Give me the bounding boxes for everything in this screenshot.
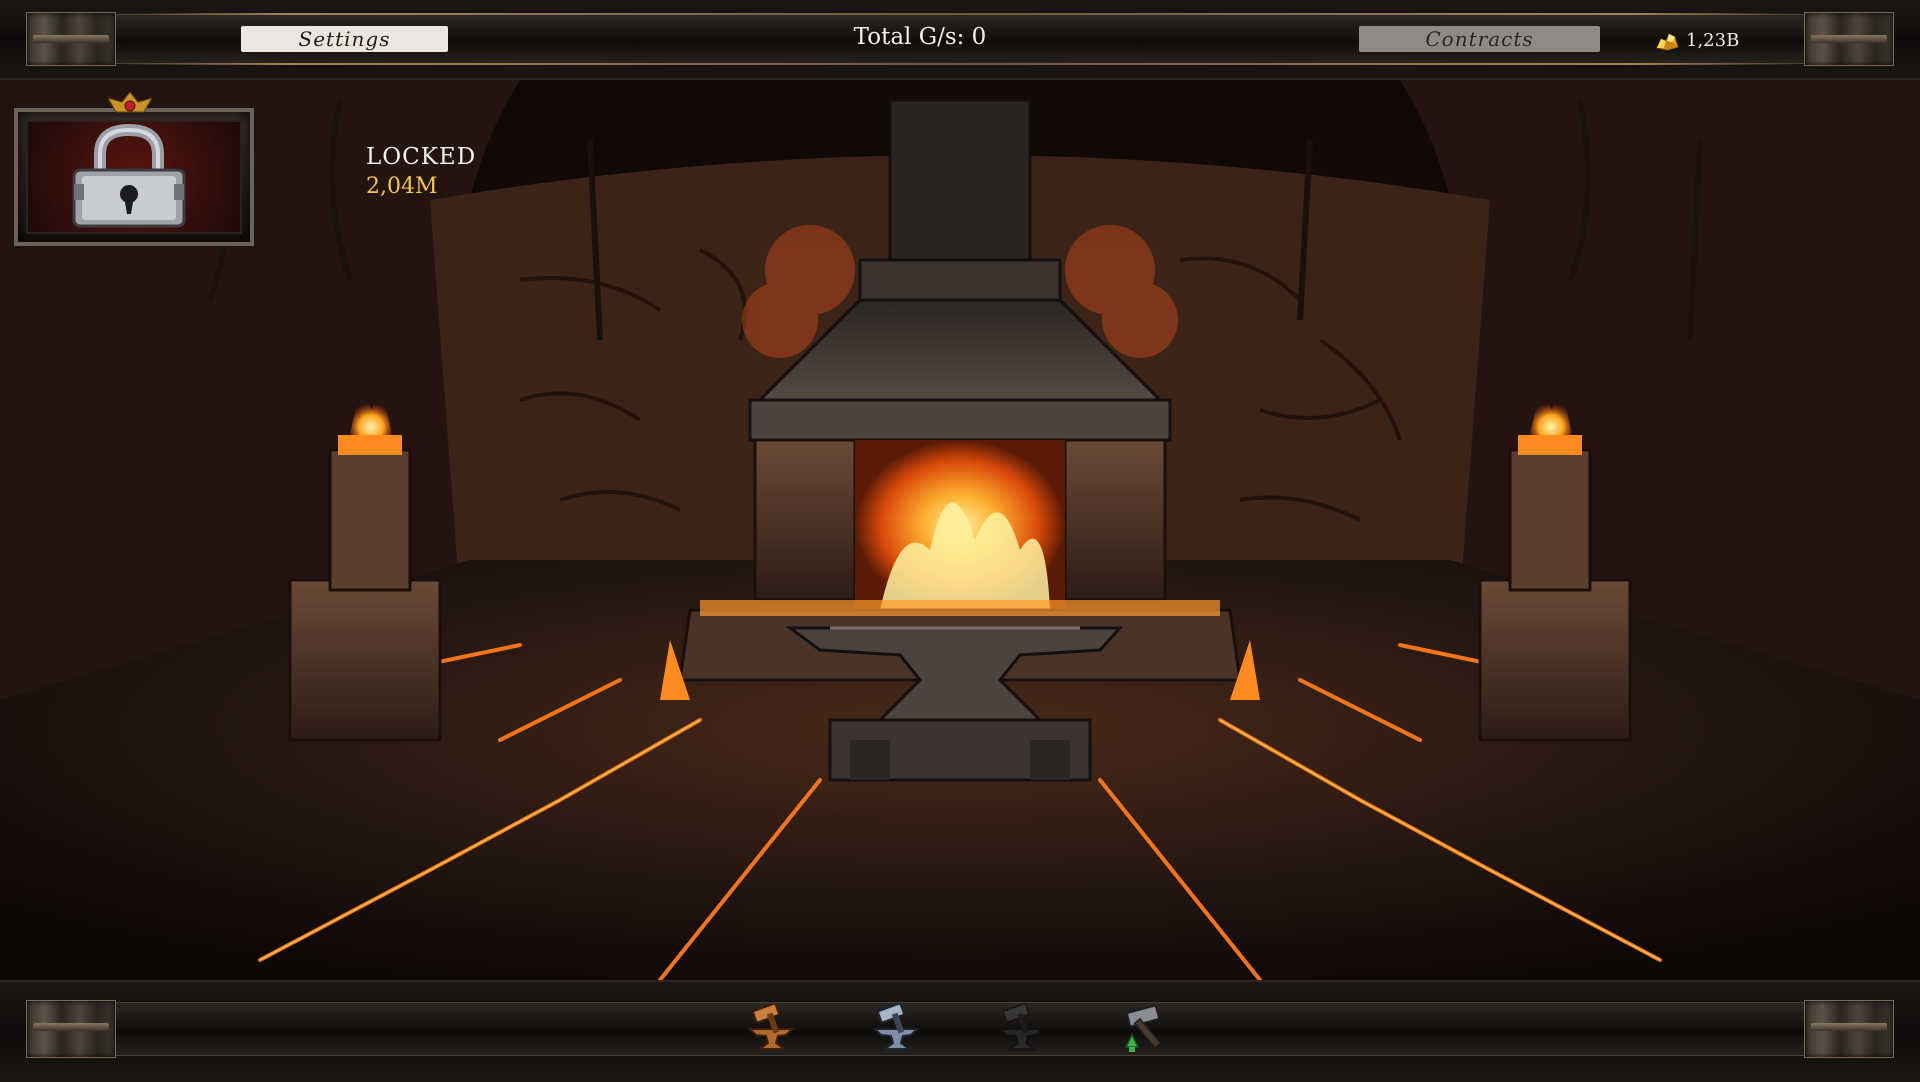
padlock-icon [72,124,186,228]
bottom-toolbar [0,980,1920,1082]
unlock-cost: 2,04M [366,174,438,199]
locked-status-label: LOCKED [366,144,477,170]
bottom-rail [28,1002,1892,1056]
top-left-endcap [26,12,116,66]
top-trim [120,13,1800,15]
bottom-right-endcap [1804,1000,1894,1058]
gold-nugget-icon [1654,28,1680,52]
forge-cave-scene [0,80,1920,980]
forge-illustration [0,80,1920,980]
gold-amount: 1,23B [1686,29,1740,51]
crest-ornament-icon [108,92,152,113]
settings-button[interactable]: Settings [241,26,448,52]
bronze-anvil-icon[interactable] [740,1003,804,1053]
top-bar: Settings Total G/s: 0 Contracts 1,23B [0,0,1920,80]
top-right-endcap [1804,12,1894,66]
bottom-left-endcap [26,1000,116,1058]
dark-anvil-icon[interactable] [990,1003,1054,1053]
hammer-upgrade-icon[interactable] [1118,1003,1182,1053]
top-trim-bottom [120,63,1800,65]
total-gold-per-second: Total G/s: 0 [853,24,987,50]
gold-balance: 1,23B [1654,26,1739,54]
steel-anvil-icon[interactable] [865,1003,929,1053]
contracts-button[interactable]: Contracts [1359,26,1600,52]
